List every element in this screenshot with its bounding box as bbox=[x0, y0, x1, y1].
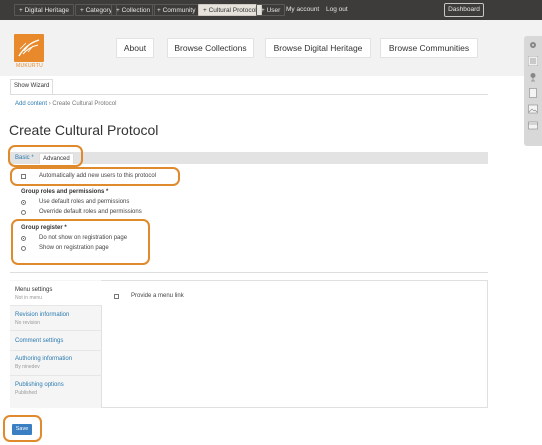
section-divider bbox=[10, 272, 488, 273]
vtab-authoring-information[interactable]: Authoring information bbox=[15, 356, 72, 362]
group-roles-label: Group roles and permissions * bbox=[21, 189, 109, 195]
vtab-comment-settings[interactable]: Comment settings bbox=[15, 338, 63, 344]
nav-browse-communities[interactable]: Browse Communities bbox=[380, 38, 478, 58]
list-icon[interactable] bbox=[528, 56, 538, 66]
image-icon[interactable] bbox=[528, 104, 538, 114]
admin-toolbar: + Digital Heritage + Category + Collecti… bbox=[0, 0, 542, 20]
dashboard-button[interactable]: Dashboard bbox=[444, 3, 484, 17]
vtab-revision-information[interactable]: Revision information bbox=[15, 312, 69, 318]
admin-add-cultural-protocol[interactable]: + Cultural Protocol bbox=[198, 4, 262, 16]
roles-override-label: Override default roles and permissions bbox=[39, 209, 142, 215]
vtab-authoring-summary: By ninedev bbox=[15, 364, 40, 370]
nav-about[interactable]: About bbox=[116, 38, 154, 58]
nav-browse-digital-heritage[interactable]: Browse Digital Heritage bbox=[265, 38, 371, 58]
document-icon[interactable] bbox=[528, 88, 538, 98]
breadcrumb-add-content[interactable]: Add content bbox=[15, 101, 47, 107]
vtab-menu-settings[interactable]: Menu settings bbox=[15, 287, 52, 293]
nav-browse-collections[interactable]: Browse Collections bbox=[167, 38, 254, 58]
vtab-separator bbox=[10, 305, 102, 306]
settings-icon[interactable] bbox=[528, 40, 538, 50]
admin-add-user[interactable]: + User bbox=[256, 4, 286, 16]
roles-default-radio[interactable] bbox=[21, 200, 26, 205]
audio-icon[interactable] bbox=[528, 72, 538, 82]
highlight-auto-add bbox=[10, 167, 180, 186]
vtab-revision-summary: No revision bbox=[15, 320, 41, 326]
admin-add-community[interactable]: + Community bbox=[152, 4, 201, 16]
wizard-divider bbox=[10, 94, 488, 95]
menu-link-checkbox[interactable] bbox=[114, 294, 119, 299]
my-account-link[interactable]: My account bbox=[286, 6, 319, 13]
roles-default-label: Use default roles and permissions bbox=[39, 199, 130, 205]
vtab-separator bbox=[10, 330, 102, 331]
menu-link-label: Provide a menu link bbox=[131, 293, 184, 299]
page-title: Create Cultural Protocol bbox=[9, 122, 159, 138]
mukurtu-logo-icon[interactable] bbox=[14, 34, 44, 62]
vtab-menu-settings-summary: Not in menu bbox=[15, 295, 42, 301]
site-header: MUKURTU About Browse Collections Browse … bbox=[0, 20, 542, 76]
show-wizard-tab[interactable]: Show Wizard bbox=[10, 79, 53, 94]
admin-add-digital-heritage[interactable]: + Digital Heritage bbox=[14, 4, 75, 16]
breadcrumb-separator: › bbox=[48, 101, 51, 107]
logo-text: MUKURTU bbox=[16, 63, 44, 69]
vertical-tab-selected bbox=[10, 281, 102, 305]
highlight-save bbox=[3, 415, 42, 442]
admin-add-collection[interactable]: + Collection bbox=[111, 4, 156, 16]
vtab-separator bbox=[10, 375, 102, 376]
highlight-group-register bbox=[11, 219, 150, 265]
vtab-separator bbox=[10, 350, 102, 351]
logout-link[interactable]: Log out bbox=[326, 6, 348, 13]
side-toolbar bbox=[524, 36, 542, 146]
roles-override-radio[interactable] bbox=[21, 210, 26, 215]
breadcrumb: Add content › Create Cultural Protocol bbox=[15, 101, 116, 107]
highlight-tabs bbox=[8, 145, 83, 167]
video-icon[interactable] bbox=[528, 120, 538, 130]
breadcrumb-current: Create Cultural Protocol bbox=[52, 101, 117, 107]
vtab-publishing-options[interactable]: Publishing options bbox=[15, 382, 64, 388]
vtab-publishing-summary: Published bbox=[15, 390, 37, 396]
